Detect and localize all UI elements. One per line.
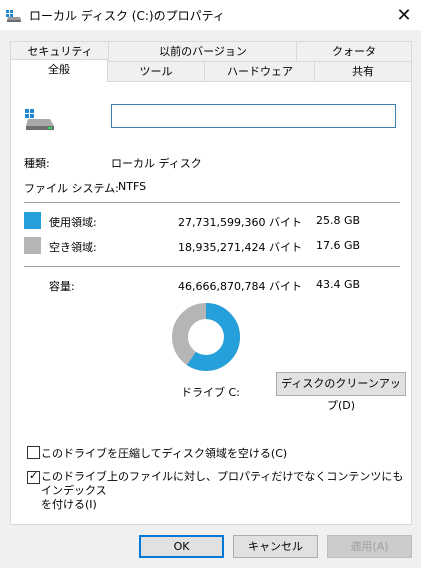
ok-button[interactable]: OK bbox=[139, 535, 224, 558]
used-space-bytes: 27,731,599,360 バイト bbox=[178, 216, 302, 229]
filesystem-value: NTFS bbox=[118, 180, 147, 193]
capacity-label: 容量: bbox=[49, 280, 75, 293]
apply-button[interactable]: 適用(A) bbox=[327, 535, 412, 558]
capacity-size: 43.4 GB bbox=[316, 278, 361, 291]
tab-sharing[interactable]: 共有 bbox=[314, 61, 412, 81]
free-space-size: 17.6 GB bbox=[316, 239, 361, 252]
drive-name-input[interactable] bbox=[111, 104, 396, 128]
separator bbox=[24, 266, 400, 267]
tab-row-1: セキュリティ 以前のバージョン クォータ bbox=[10, 41, 412, 61]
tab-previous-versions[interactable]: 以前のバージョン bbox=[108, 41, 298, 61]
free-space-bytes: 18,935,271,424 バイト bbox=[178, 241, 302, 254]
drive-icon bbox=[6, 10, 21, 22]
tab-general[interactable]: 全般 bbox=[10, 59, 108, 82]
filesystem-label: ファイル システム: bbox=[24, 182, 119, 195]
free-space-label: 空き領域: bbox=[49, 241, 97, 254]
type-value: ローカル ディスク bbox=[111, 157, 202, 170]
tab-hardware[interactable]: ハードウェア bbox=[204, 61, 316, 81]
disk-usage-donut bbox=[172, 303, 240, 371]
general-panel: 種類: ローカル ディスク ファイル システム: NTFS 使用領域: 27,7… bbox=[10, 81, 412, 525]
compress-checkbox[interactable] bbox=[27, 446, 40, 459]
drive-letter-label: ドライブ C: bbox=[181, 386, 240, 399]
index-label: このドライブ上のファイルに対し、プロパティだけでなくコンテンツにもインデックス … bbox=[41, 470, 406, 512]
tab-security[interactable]: セキュリティ bbox=[10, 41, 110, 61]
used-space-swatch bbox=[24, 212, 41, 229]
tab-quota[interactable]: クォータ bbox=[296, 41, 412, 61]
used-space-label: 使用領域: bbox=[49, 216, 97, 229]
index-checkbox[interactable]: ✓ bbox=[27, 469, 40, 484]
disk-cleanup-button[interactable]: ディスクのクリーンアップ(D) bbox=[276, 372, 406, 412]
tab-row-2: 全般 ツール ハードウェア 共有 bbox=[10, 59, 412, 82]
cancel-button[interactable]: キャンセル bbox=[233, 535, 318, 558]
tab-tools[interactable]: ツール bbox=[106, 61, 206, 81]
index-label-line1: このドライブ上のファイルに対し、プロパティだけでなくコンテンツにもインデックス bbox=[41, 470, 404, 497]
title-bar: ローカル ディスク (C:)のプロパティ ✕ bbox=[0, 0, 421, 30]
check-icon: ✓ bbox=[29, 469, 39, 482]
separator bbox=[24, 202, 400, 203]
free-space-swatch bbox=[24, 237, 41, 254]
compress-label: このドライブを圧縮してディスク領域を空ける(C) bbox=[41, 447, 288, 460]
drive-icon bbox=[25, 109, 54, 130]
type-label: 種類: bbox=[24, 157, 50, 170]
close-button[interactable]: ✕ bbox=[387, 0, 421, 30]
index-label-line2: を付ける(I) bbox=[41, 498, 97, 511]
used-space-size: 25.8 GB bbox=[316, 214, 361, 227]
close-icon: ✕ bbox=[396, 4, 412, 26]
window-title: ローカル ディスク (C:)のプロパティ bbox=[29, 9, 225, 23]
